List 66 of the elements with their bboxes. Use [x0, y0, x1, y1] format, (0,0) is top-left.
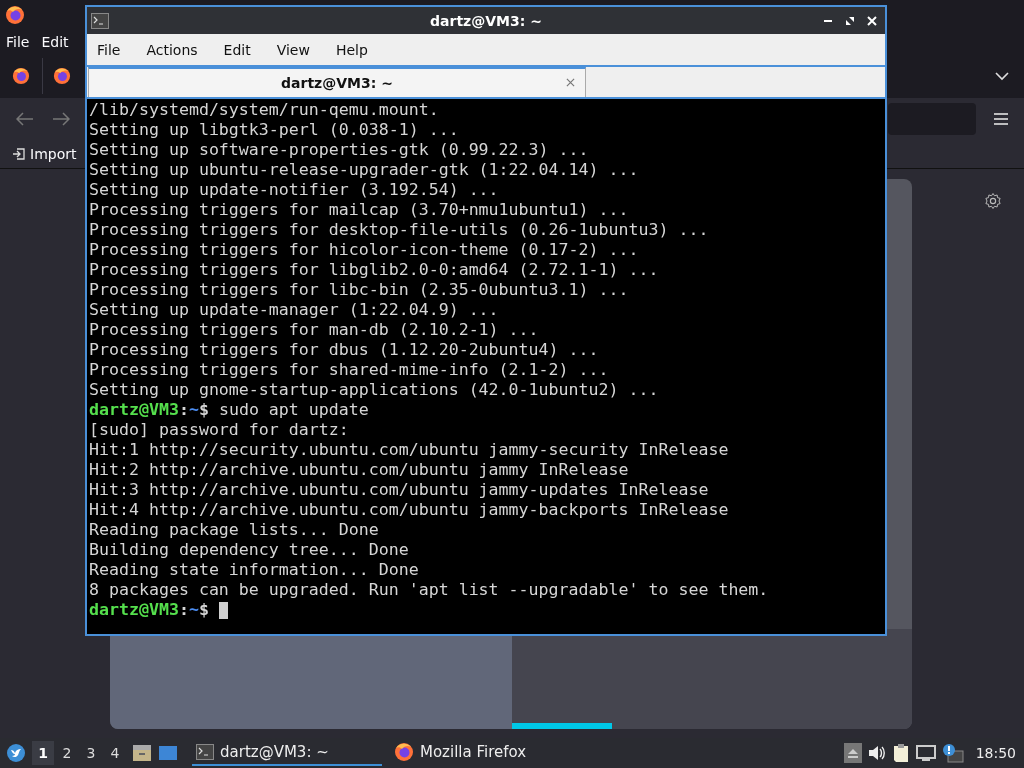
menu-item[interactable]: Help: [335, 41, 368, 58]
bookmark-item[interactable]: Import: [12, 146, 77, 162]
menu-item[interactable]: Edit: [223, 41, 251, 58]
terminal-line: Setting up gnome-startup-applications (42.0-1ubuntu2) ...: [89, 380, 660, 400]
terminal-line: Processing triggers for mailcap (3.70+nmu1ubuntu1) ...: [89, 200, 630, 220]
terminal-line: Reading package lists... Done: [89, 520, 380, 540]
terminal-line: Hit:3 http://archive.ubuntu.com/ubuntu jammy-updates InRelease: [89, 480, 710, 500]
browser-logo-icon: [5, 5, 25, 25]
forward-arrow-icon[interactable]: [52, 112, 70, 126]
terminal-line: Setting up ubuntu-release-upgrader-gtk (1:22.04.14) ...: [89, 160, 640, 180]
browser-logo-icon: [394, 742, 414, 762]
browser-logo-icon: [53, 67, 71, 85]
menu-item[interactable]: View: [276, 41, 310, 58]
menu-item[interactable]: Actions: [146, 41, 198, 58]
settings-icon[interactable]: [984, 192, 1002, 210]
terminal-line: 8 packages can be upgraded. Run 'apt list --upgradable' to see them.: [89, 580, 770, 600]
eject-icon[interactable]: [843, 743, 862, 763]
terminal-line: [sudo] password for dartz:: [89, 420, 350, 440]
address-field[interactable]: [888, 103, 976, 135]
terminal-line: Hit:2 http://archive.ubuntu.com/ubuntu jammy InRelease: [89, 460, 630, 480]
menu-item[interactable]: File: [97, 41, 121, 58]
menu-icon[interactable]: [994, 113, 1008, 125]
terminal-line: Building dependency tree... Done: [89, 540, 410, 560]
workspace-button[interactable]: 1: [32, 741, 54, 765]
menu-item[interactable]: File: [6, 34, 30, 50]
terminal-line: /lib/systemd/system/run-qemu.mount.: [89, 100, 440, 120]
terminal-line: Processing triggers for man-db (2.10.2-1) ...: [89, 320, 540, 340]
network-icon[interactable]: [915, 744, 936, 762]
file-manager-icon[interactable]: [132, 744, 152, 762]
chevron-down-icon[interactable]: [994, 71, 1010, 81]
terminal-line: Processing triggers for libc-bin (2.35-0ubuntu3.1) ...: [89, 280, 630, 300]
desktop-icon[interactable]: [158, 744, 178, 762]
terminal-icon: [196, 744, 214, 760]
terminal-line: Hit:1 http://security.ubuntu.com/ubuntu jammy-security InRelease: [89, 440, 730, 460]
terminal-line: Processing triggers for libglib2.0-0:amd64 (2.72.1-1) ...: [89, 260, 660, 280]
taskbar-button[interactable]: dartz@VM3: ~: [192, 740, 382, 766]
clock: 18:50: [975, 745, 1016, 761]
taskbar-button[interactable]: Mozilla Firefox: [390, 740, 580, 766]
start-menu-icon[interactable]: [6, 743, 26, 763]
terminal-tab[interactable]: dartz@VM3: ~: [88, 67, 586, 97]
shell-prompt: dartz@VM3:~$: [89, 600, 209, 620]
workspace-button[interactable]: 4: [104, 741, 126, 765]
shell-prompt: dartz@VM3:~$: [89, 400, 209, 420]
clipboard-icon[interactable]: [891, 743, 910, 763]
terminal-line: Setting up libgtk3-perl (0.038-1) ...: [89, 120, 460, 140]
terminal-line: Processing triggers for desktop-file-utils (0.26-1ubuntu3) ...: [89, 220, 710, 240]
terminal-line: Processing triggers for shared-mime-info (2.1-2) ...: [89, 360, 610, 380]
command-text: sudo apt update: [218, 400, 369, 420]
terminal-line: Setting up update-notifier (3.192.54) ...: [89, 180, 500, 200]
terminal-line: Setting up software-properties-gtk (0.99.22.3) ...: [89, 140, 590, 160]
browser-logo-icon: [12, 67, 30, 85]
maximize-icon[interactable]: [845, 15, 855, 26]
back-arrow-icon[interactable]: [16, 112, 34, 126]
import-icon: [12, 147, 26, 161]
terminal-icon: [91, 12, 109, 29]
workspace-button[interactable]: 2: [56, 741, 78, 765]
workspace-button[interactable]: 3: [80, 741, 102, 765]
terminal-line: Processing triggers for hicolor-icon-theme (0.17-2) ...: [89, 240, 640, 260]
window-title: dartz@VM3: ~: [429, 12, 543, 29]
menu-item[interactable]: Edit: [41, 34, 69, 50]
terminal-line: Processing triggers for dbus (1.12.20-2ubuntu4) ...: [89, 340, 600, 360]
terminal-line: Hit:4 http://archive.ubuntu.com/ubuntu jammy-backports InRelease: [89, 500, 730, 520]
volume-icon[interactable]: [867, 745, 886, 761]
terminal-line: Reading state information... Done: [89, 560, 420, 580]
update-notification-icon[interactable]: [941, 743, 964, 763]
terminal-line: Setting up update-manager (1:22.04.9) ...: [89, 300, 500, 320]
